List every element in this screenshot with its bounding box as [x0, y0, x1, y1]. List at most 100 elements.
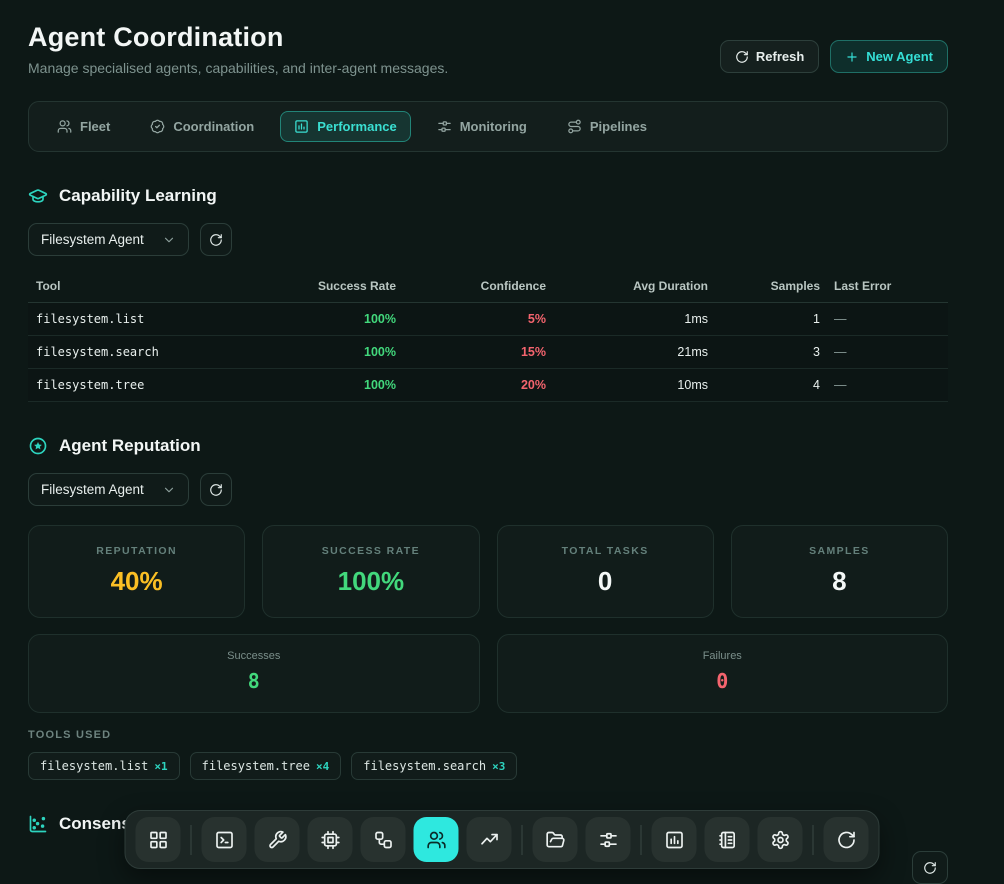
dock-activity-button[interactable] [467, 817, 512, 862]
stat-value: 0 [498, 566, 713, 597]
dock-performance-button[interactable] [652, 817, 697, 862]
tool-chip[interactable]: filesystem.search ×3 [351, 752, 517, 780]
refresh-icon [209, 233, 223, 247]
dock-divider [191, 825, 192, 855]
tab-monitoring[interactable]: Monitoring [423, 111, 541, 142]
header-actions: Refresh New Agent [720, 40, 948, 73]
tab-coordination[interactable]: Coordination [136, 111, 268, 142]
tab-bar: Fleet Coordination Performance Monitorin… [28, 101, 948, 152]
capability-learning-section: Capability Learning Filesystem Agent Too… [28, 186, 948, 402]
cell-last-error: — [820, 336, 948, 369]
reload-reputation-button[interactable] [200, 473, 232, 506]
tab-label: Fleet [80, 119, 110, 134]
stat-label: TOTAL TASKS [498, 545, 713, 557]
chart-panel-icon [294, 119, 309, 134]
dock-cpu-button[interactable] [308, 817, 353, 862]
agent-select[interactable]: Filesystem Agent [28, 473, 189, 506]
tab-label: Coordination [173, 119, 254, 134]
reload-consensus-button[interactable] [912, 851, 948, 884]
cell-confidence: 20% [396, 369, 546, 402]
reload-capabilities-button[interactable] [200, 223, 232, 256]
cell-avg-duration: 10ms [546, 369, 708, 402]
stat-value: 100% [263, 566, 478, 597]
capability-table: Tool Success Rate Confidence Avg Duratio… [28, 271, 948, 402]
dock-refresh-button[interactable] [824, 817, 869, 862]
chart-panel-icon [664, 830, 684, 850]
folder-open-icon [545, 830, 565, 850]
chevron-down-icon [162, 483, 176, 497]
dock-divider [641, 825, 642, 855]
agent-select-value: Filesystem Agent [41, 232, 144, 247]
dock-monitoring-button[interactable] [586, 817, 631, 862]
dock-tools-button[interactable] [255, 817, 300, 862]
tool-chip[interactable]: filesystem.list ×1 [28, 752, 180, 780]
outcome-label: Successes [29, 650, 479, 662]
cell-tool: filesystem.list [28, 303, 266, 336]
failures-card: Failures 0 [497, 634, 949, 713]
refresh-button[interactable]: Refresh [720, 40, 819, 73]
notebook-icon [717, 830, 737, 850]
cell-samples: 1 [708, 303, 820, 336]
users-icon [57, 119, 72, 134]
cell-confidence: 5% [396, 303, 546, 336]
section-title: Agent Reputation [59, 436, 201, 456]
dock-divider [522, 825, 523, 855]
tab-fleet[interactable]: Fleet [43, 111, 124, 142]
cell-success-rate: 100% [266, 369, 396, 402]
tools-used-label: TOOLS USED [28, 729, 948, 741]
successes-card: Successes 8 [28, 634, 480, 713]
outcome-value: 8 [29, 669, 479, 693]
cell-success-rate: 100% [266, 303, 396, 336]
workflow-icon [373, 830, 393, 850]
tab-performance[interactable]: Performance [280, 111, 410, 142]
stat-card-samples: SAMPLES 8 [731, 525, 948, 618]
cell-samples: 4 [708, 369, 820, 402]
dock-workflow-button[interactable] [361, 817, 406, 862]
cell-last-error: — [820, 369, 948, 402]
dock-agents-button[interactable] [414, 817, 459, 862]
outcome-value: 0 [498, 669, 948, 693]
scatter-chart-icon [28, 814, 48, 834]
route-icon [567, 119, 582, 134]
cell-tool: filesystem.tree [28, 369, 266, 402]
stat-label: SAMPLES [732, 545, 947, 557]
tool-chip-name: filesystem.search [363, 759, 486, 773]
dock-divider [813, 825, 814, 855]
dock-files-button[interactable] [533, 817, 578, 862]
cell-avg-duration: 1ms [546, 303, 708, 336]
tab-label: Monitoring [460, 119, 527, 134]
star-badge-icon [28, 436, 48, 456]
agent-reputation-header: Agent Reputation [28, 436, 948, 456]
agent-coordination-page: Agent Coordination Manage specialised ag… [0, 0, 1004, 884]
trending-up-icon [479, 830, 499, 850]
agents-icon [426, 830, 446, 850]
column-header-success-rate: Success Rate [266, 271, 396, 303]
stat-value: 40% [29, 566, 244, 597]
cell-avg-duration: 21ms [546, 336, 708, 369]
stat-label: REPUTATION [29, 545, 244, 557]
tool-chip[interactable]: filesystem.tree ×4 [190, 752, 342, 780]
table-row: filesystem.search 100% 15% 21ms 3 — [28, 336, 948, 369]
tab-label: Performance [317, 119, 396, 134]
stat-value: 8 [732, 566, 947, 597]
graduation-cap-icon [28, 186, 48, 206]
reputation-outcomes: Successes 8 Failures 0 [28, 634, 948, 713]
stat-card-success-rate: SUCCESS RATE 100% [262, 525, 479, 618]
capability-controls: Filesystem Agent [28, 223, 948, 256]
plus-icon [845, 50, 859, 64]
new-agent-button[interactable]: New Agent [830, 40, 948, 73]
stat-label: SUCCESS RATE [263, 545, 478, 557]
dock-logs-button[interactable] [705, 817, 750, 862]
table-row: filesystem.tree 100% 20% 10ms 4 — [28, 369, 948, 402]
section-title: Capability Learning [59, 186, 217, 206]
dock-settings-button[interactable] [758, 817, 803, 862]
dock-terminal-button[interactable] [202, 817, 247, 862]
dock-dashboard-button[interactable] [136, 817, 181, 862]
column-header-last-error: Last Error [820, 271, 948, 303]
refresh-icon [209, 483, 223, 497]
agent-select[interactable]: Filesystem Agent [28, 223, 189, 256]
settings-icon [770, 830, 790, 850]
capability-learning-header: Capability Learning [28, 186, 948, 206]
terminal-icon [214, 830, 234, 850]
tab-pipelines[interactable]: Pipelines [553, 111, 661, 142]
